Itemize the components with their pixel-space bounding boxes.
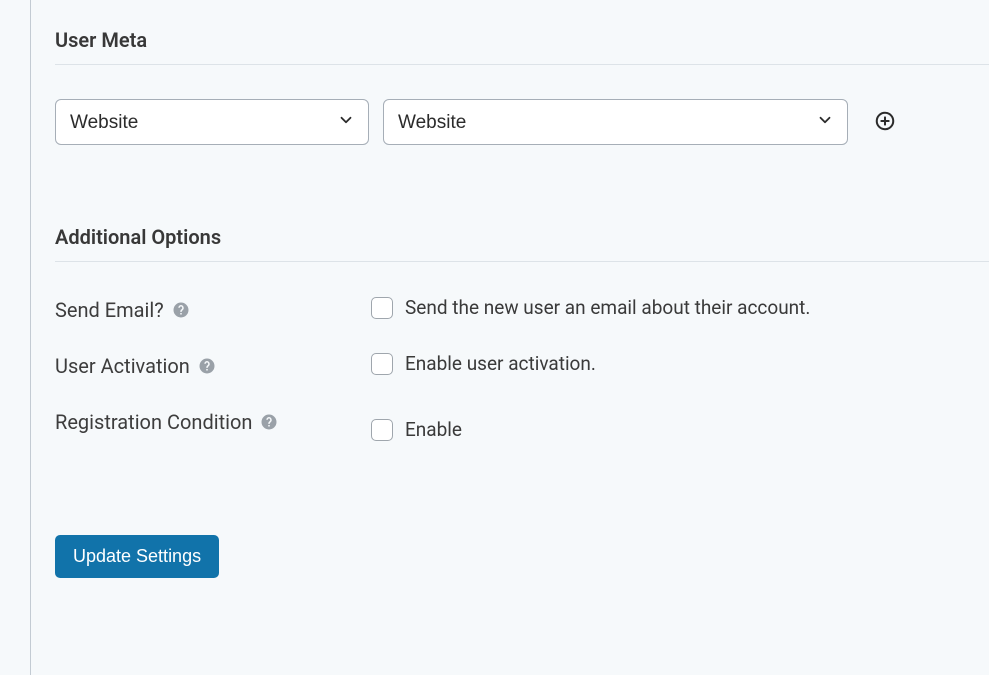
registration-condition-row: Registration Condition Enable bbox=[55, 408, 989, 441]
send-email-checkbox[interactable] bbox=[371, 297, 393, 319]
additional-options-heading: Additional Options bbox=[55, 225, 989, 262]
settings-panel: User Meta Website Website Additional Opt… bbox=[30, 0, 989, 675]
user-meta-select-1-wrap: Website bbox=[55, 99, 369, 145]
send-email-desc: Send the new user an email about their a… bbox=[405, 296, 810, 319]
submit-row: Update Settings bbox=[55, 535, 989, 578]
user-activation-label-text: User Activation bbox=[55, 354, 190, 378]
help-icon[interactable] bbox=[260, 413, 278, 431]
user-meta-select-1[interactable]: Website bbox=[55, 99, 369, 145]
send-email-label: Send Email? bbox=[55, 296, 371, 322]
user-meta-select-2[interactable]: Website bbox=[383, 99, 848, 145]
user-activation-row: User Activation Enable user activation. bbox=[55, 352, 989, 378]
registration-condition-label: Registration Condition bbox=[55, 408, 371, 434]
user-meta-heading: User Meta bbox=[55, 28, 989, 65]
add-meta-button[interactable] bbox=[870, 106, 900, 139]
registration-condition-control: Enable bbox=[371, 408, 462, 441]
user-meta-row: Website Website bbox=[55, 99, 989, 145]
user-activation-control: Enable user activation. bbox=[371, 352, 596, 375]
user-activation-desc: Enable user activation. bbox=[405, 352, 596, 375]
registration-condition-checkbox[interactable] bbox=[371, 419, 393, 441]
registration-condition-desc: Enable bbox=[405, 418, 462, 441]
additional-options-list: Send Email? Send the new user an email a… bbox=[55, 296, 989, 441]
send-email-control: Send the new user an email about their a… bbox=[371, 296, 810, 319]
registration-condition-label-text: Registration Condition bbox=[55, 410, 252, 434]
plus-circle-icon bbox=[874, 110, 896, 135]
help-icon[interactable] bbox=[172, 301, 190, 319]
help-icon[interactable] bbox=[198, 357, 216, 375]
user-activation-checkbox[interactable] bbox=[371, 353, 393, 375]
send-email-row: Send Email? Send the new user an email a… bbox=[55, 296, 989, 322]
user-meta-select-2-wrap: Website bbox=[383, 99, 848, 145]
send-email-label-text: Send Email? bbox=[55, 298, 164, 322]
user-activation-label: User Activation bbox=[55, 352, 371, 378]
update-settings-button[interactable]: Update Settings bbox=[55, 535, 219, 578]
